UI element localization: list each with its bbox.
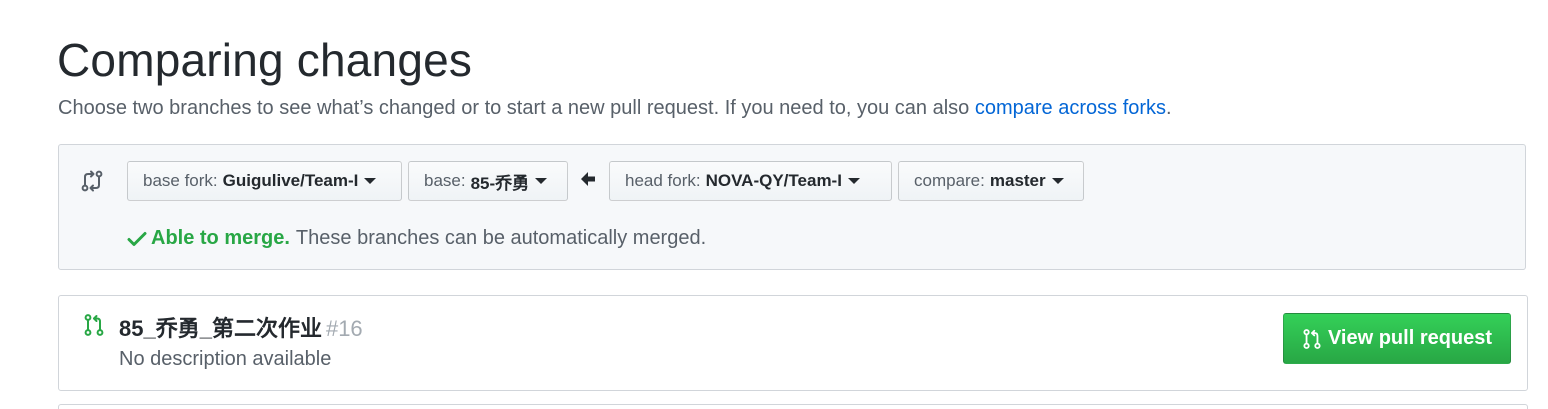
git-pull-request-icon xyxy=(84,314,104,336)
merge-status-text: These branches can be automatically merg… xyxy=(295,227,707,249)
chevron-down-icon xyxy=(847,178,860,184)
subtitle-text: Choose two branches to see what’s change… xyxy=(58,97,975,119)
view-pull-request-label: View pull request xyxy=(1327,327,1493,349)
base-fork-value: Guigulive/Team-I xyxy=(222,171,359,190)
git-pull-request-icon xyxy=(1303,328,1321,349)
existing-pull-request: 85_乔勇_第二次作业 #16 No description available … xyxy=(58,295,1528,391)
base-fork-select[interactable]: base fork: Guigulive/Team-I xyxy=(127,161,402,201)
check-icon xyxy=(127,231,147,246)
arrow-left-icon xyxy=(581,172,595,186)
merge-status: Able to merge. These branches can be aut… xyxy=(127,227,706,250)
git-compare-icon xyxy=(81,170,103,192)
compare-branch-label: compare: xyxy=(914,171,985,190)
page-title: Comparing changes xyxy=(57,34,473,86)
pull-request-description: No description available xyxy=(119,348,332,370)
chevron-down-icon xyxy=(535,178,548,184)
head-fork-label: head fork: xyxy=(625,171,701,190)
chevron-down-icon xyxy=(364,178,377,184)
base-branch-label: base: xyxy=(424,171,466,190)
compare-page: Comparing changes Choose two branches to… xyxy=(0,0,1548,409)
base-branch-select[interactable]: base: 85-乔勇 xyxy=(408,161,568,201)
compare-branch-value: master xyxy=(989,171,1046,190)
pull-request-title[interactable]: 85_乔勇_第二次作业 #16 xyxy=(119,311,363,343)
next-section-edge xyxy=(58,404,1528,409)
base-branch-value: 85-乔勇 xyxy=(470,173,530,193)
range-editor: base fork: Guigulive/Team-I base: 85-乔勇 … xyxy=(58,144,1526,270)
chevron-down-icon xyxy=(1051,178,1064,184)
pull-request-title-text[interactable]: 85_乔勇_第二次作业 xyxy=(119,316,322,341)
pull-request-number: #16 xyxy=(325,316,363,341)
view-pull-request-button[interactable]: View pull request xyxy=(1283,313,1511,364)
base-fork-label: base fork: xyxy=(143,171,218,190)
head-fork-select[interactable]: head fork: NOVA-QY/Team-I xyxy=(609,161,892,201)
page-subtitle: Choose two branches to see what’s change… xyxy=(58,95,1172,121)
compare-across-forks-link[interactable]: compare across forks xyxy=(975,97,1166,119)
head-fork-value: NOVA-QY/Team-I xyxy=(705,171,842,190)
compare-branch-select[interactable]: compare: master xyxy=(898,161,1084,201)
subtitle-end: . xyxy=(1166,97,1172,119)
merge-status-strong: Able to merge. xyxy=(151,227,290,249)
